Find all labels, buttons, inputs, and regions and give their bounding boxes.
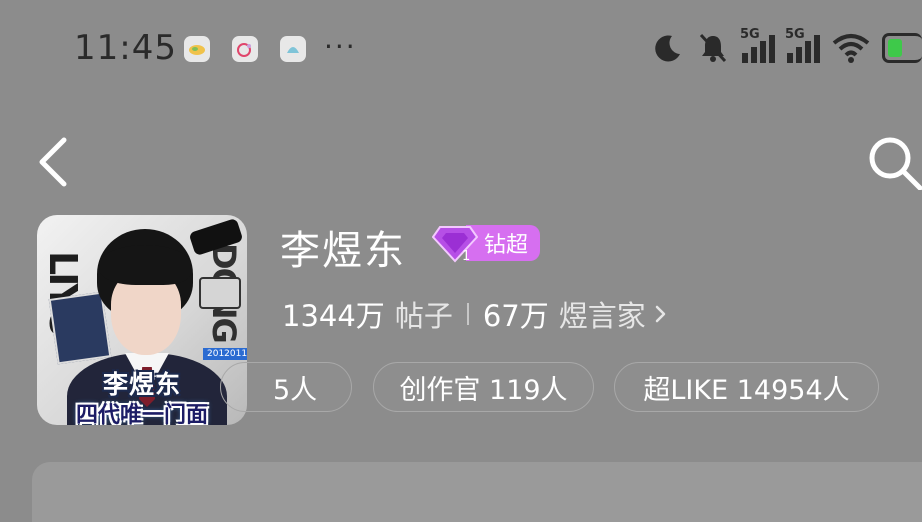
bell-muted-icon [699,33,727,63]
weibo-cloud-icon [184,36,210,62]
chip-role-1[interactable]: 5人 [220,362,352,412]
badge-level: 1 [462,249,470,263]
signal-5g-2-icon: 5G [785,27,820,63]
avatar-bangs [99,245,191,285]
camera-decoration [199,277,241,309]
moon-icon [655,35,680,62]
posts-label: 帖子 [394,299,453,333]
wifi-icon [832,34,870,63]
content-card [32,462,922,522]
profile-stats: 1344万 帖子 67万 煜言家 [282,294,670,334]
status-time: 11:45 [74,28,177,68]
battery-icon [882,33,922,63]
super-fan-badge[interactable]: 1 钻超 [432,223,541,263]
status-bar: 11:45 ··· 5G 5G [0,0,922,100]
chip-creator[interactable]: 创作官 119人 [373,362,594,412]
system-icons: 5G 5G [652,27,922,68]
chevron-left-icon[interactable] [30,132,74,192]
fans-label[interactable]: 煜言家 [559,293,646,335]
chip-super-like[interactable]: 超LIKE 14954人 [614,362,879,412]
search-icon[interactable] [862,130,922,190]
role-chips: 5人 创作官 119人 超LIKE 14954人 [0,362,922,414]
avatar-date-tag: 2012011 [203,348,247,360]
chevron-right-icon[interactable] [652,299,670,329]
stats-divider [466,303,469,325]
weibo-lite-icon [280,36,306,62]
diamond-icon: 1 [432,226,478,263]
signal-2-label: 5G [785,27,805,42]
signal-5g-1-icon: 5G [740,27,775,63]
profile-name: 李煜东 [280,228,406,274]
more-notifications-icon: ··· [324,30,357,63]
signal-1-label: 5G [740,27,760,42]
photo-card-decoration [48,291,112,365]
fans-count[interactable]: 67万 [483,293,549,335]
posts-count: 1344万 [282,299,385,333]
weibo-app-icon [232,36,258,62]
